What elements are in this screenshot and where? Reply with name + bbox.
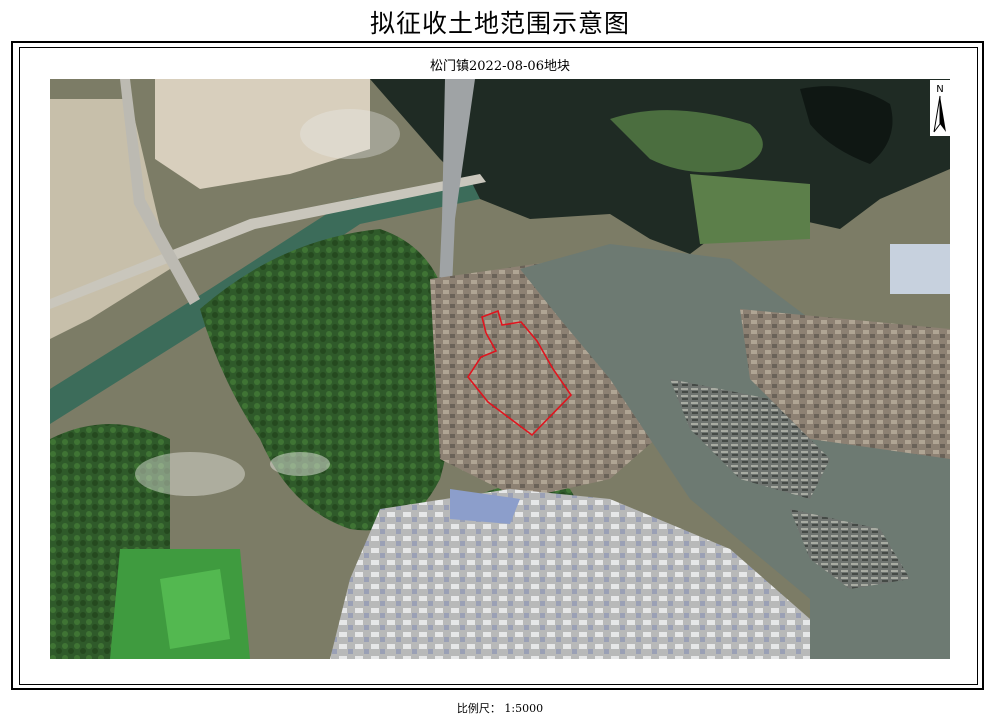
satellite-map[interactable] bbox=[50, 79, 950, 659]
satellite-image bbox=[50, 79, 950, 659]
scale-label: 比例尺： 1:5000 bbox=[456, 702, 544, 715]
north-arrow-letter: N bbox=[936, 84, 943, 95]
north-arrow-icon: N bbox=[930, 80, 950, 136]
map-subtitle: 松门镇2022-08-06地块 bbox=[430, 59, 570, 74]
page-title: 拟征收土地范围示意图 bbox=[369, 9, 630, 38]
